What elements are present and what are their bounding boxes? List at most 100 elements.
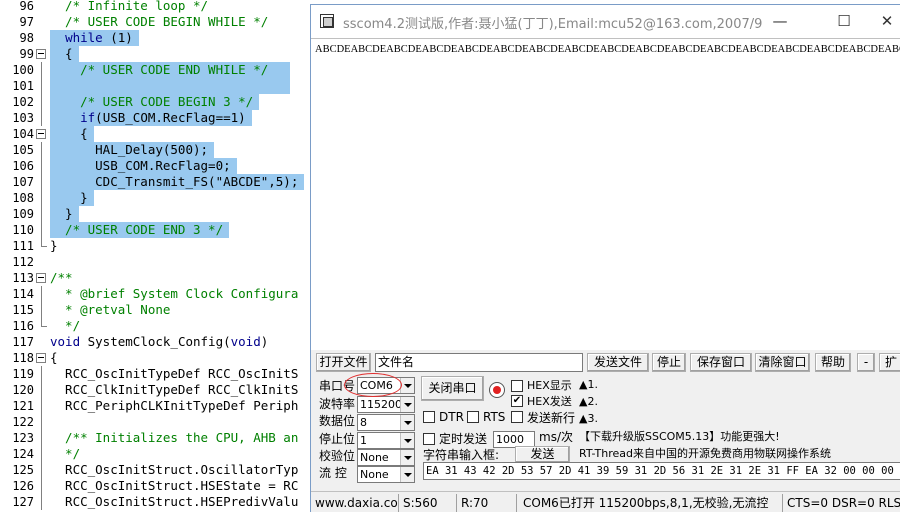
port-select[interactable]: COM6 (357, 377, 415, 394)
status-website[interactable]: www.daxia.com (313, 494, 399, 512)
stopbits-label: 停止位 (319, 432, 356, 446)
parity-select[interactable]: None (357, 449, 415, 466)
line-number: 121 (12, 399, 34, 413)
open-file-button[interactable]: 打开文件 (316, 353, 371, 372)
clear-window-button[interactable]: 清除窗口 (755, 353, 810, 372)
code-text: /* USER CODE END 3 */ (50, 222, 230, 238)
expand-button[interactable]: 扩 (879, 353, 900, 372)
fold-gutter (36, 158, 48, 174)
fold-gutter (36, 366, 48, 382)
code-text: /** (50, 270, 73, 285)
baud-label: 波特率 (319, 397, 356, 411)
line-number: 113 (12, 271, 34, 285)
chevron-down-icon (400, 397, 414, 412)
chevron-down-icon (400, 378, 414, 393)
fold-gutter (36, 462, 48, 478)
title-bar[interactable]: sscom4.2测试版,作者:聂小猛(丁丁),Email:mcu52@163.c… (311, 5, 900, 38)
code-text: { (50, 126, 94, 142)
line-number: 98 (19, 31, 34, 45)
code-text: RCC_OscInitStruct.HSEPredivValu (50, 494, 299, 509)
fold-collapse-icon[interactable] (36, 273, 46, 283)
fold-gutter (36, 254, 48, 270)
fold-gutter (36, 206, 48, 222)
maximize-button[interactable]: ☐ (821, 5, 867, 38)
code-text: while (1) (50, 30, 139, 46)
code-text: void SystemClock_Config(void) (50, 334, 269, 349)
line-number: 118 (12, 351, 34, 365)
tip-3: ▲3. (579, 412, 598, 425)
chevron-down-icon (400, 450, 414, 465)
fold-gutter (36, 142, 48, 158)
minimize-button[interactable]: — (757, 5, 803, 38)
fold-gutter (36, 222, 48, 238)
status-port-state: COM6已打开 115200bps,8,1,无校验,无流控 (521, 494, 783, 512)
string-input-label: 字符串输入框: (423, 448, 500, 462)
hex-send-input[interactable]: EA 31 43 42 2D 53 57 2D 41 39 59 31 2D 5… (423, 462, 900, 480)
port-label: 串口号 (319, 379, 356, 393)
fold-collapse-icon[interactable] (36, 129, 46, 139)
fold-gutter (36, 14, 48, 30)
line-number: 120 (12, 383, 34, 397)
minus-button[interactable]: - (857, 353, 875, 372)
code-text: CDC_Transmit_FS("ABCDE",5); (50, 174, 305, 190)
line-number: 115 (12, 303, 34, 317)
databits-select[interactable]: 8 (357, 414, 415, 431)
line-number: 96 (19, 0, 34, 13)
dtr-checkbox[interactable] (423, 411, 435, 423)
chevron-down-icon (400, 467, 414, 482)
send-newline-checkbox[interactable] (511, 411, 523, 423)
hex-send-checkbox[interactable] (511, 395, 523, 407)
fold-gutter (36, 350, 48, 366)
fold-gutter (36, 286, 48, 302)
code-text: * @brief System Clock Configura (50, 286, 299, 301)
app-icon (320, 14, 334, 28)
baud-select[interactable]: 115200 (357, 396, 415, 413)
fold-gutter (36, 398, 48, 414)
rts-checkbox[interactable] (467, 411, 479, 423)
line-number: 108 (12, 191, 34, 205)
send-file-button[interactable]: 发送文件 (587, 353, 649, 372)
code-text: RCC_OscInitStruct.HSEState = RC (50, 478, 299, 493)
code-text: /* USER CODE BEGIN 3 */ (50, 94, 260, 110)
line-number: 109 (12, 207, 34, 221)
fold-gutter (36, 30, 48, 46)
code-text: USB_COM.RecFlag=0; (50, 158, 237, 174)
code-text: RCC_OscInitStruct.OscillatorTyp (50, 462, 299, 477)
code-text: if(USB_COM.RecFlag==1) (50, 110, 252, 126)
code-text: HAL_Delay(500); (50, 142, 215, 158)
line-number: 100 (12, 63, 34, 77)
help-button[interactable]: 帮助 (815, 353, 851, 372)
stopbits-select[interactable]: 1 (357, 432, 415, 449)
fold-gutter (36, 62, 48, 78)
save-window-button[interactable]: 保存窗口 (690, 353, 752, 372)
close-button[interactable]: ✕ (871, 5, 900, 38)
receive-area[interactable]: ABCDEABCDEABCDEABCDEABCDEABCDEABCDEABCDE… (311, 38, 900, 350)
line-number: 119 (12, 367, 34, 381)
ad-link-2[interactable]: RT-Thread来自中国的开源免费商用物联网操作系统 (579, 446, 831, 462)
fold-collapse-icon[interactable] (36, 49, 46, 59)
line-number: 125 (12, 463, 34, 477)
ad-link-1[interactable]: 【下载升级版SSCOM5.13】功能更强大! (579, 429, 780, 445)
line-number: 127 (12, 495, 34, 509)
line-number: 111 (12, 239, 34, 253)
line-number: 110 (12, 223, 34, 237)
hex-display-checkbox[interactable] (511, 380, 523, 392)
flow-select[interactable]: None (357, 466, 415, 483)
line-number: 123 (12, 431, 34, 445)
line-number: 103 (12, 111, 34, 125)
parity-label: 校验位 (319, 449, 356, 463)
code-text: RCC_PeriphCLKInitTypeDef Periph (50, 398, 299, 413)
tip-1: ▲1. (579, 378, 598, 391)
rts-label: RTS (483, 410, 506, 424)
file-name-field[interactable]: 文件名 (375, 353, 583, 372)
timed-send-checkbox[interactable] (423, 433, 435, 445)
code-text: RCC_ClkInitTypeDef RCC_ClkInitS (50, 382, 299, 397)
sscom-window: sscom4.2测试版,作者:聂小猛(丁丁),Email:mcu52@163.c… (310, 4, 900, 512)
fold-gutter (36, 382, 48, 398)
send-button[interactable]: 发送 (515, 446, 570, 463)
close-port-button[interactable]: 关闭串口 (421, 376, 484, 401)
fold-gutter (36, 270, 48, 286)
fold-collapse-icon[interactable] (36, 353, 46, 363)
stop-button[interactable]: 停止 (652, 353, 686, 372)
code-text: } (50, 206, 79, 222)
